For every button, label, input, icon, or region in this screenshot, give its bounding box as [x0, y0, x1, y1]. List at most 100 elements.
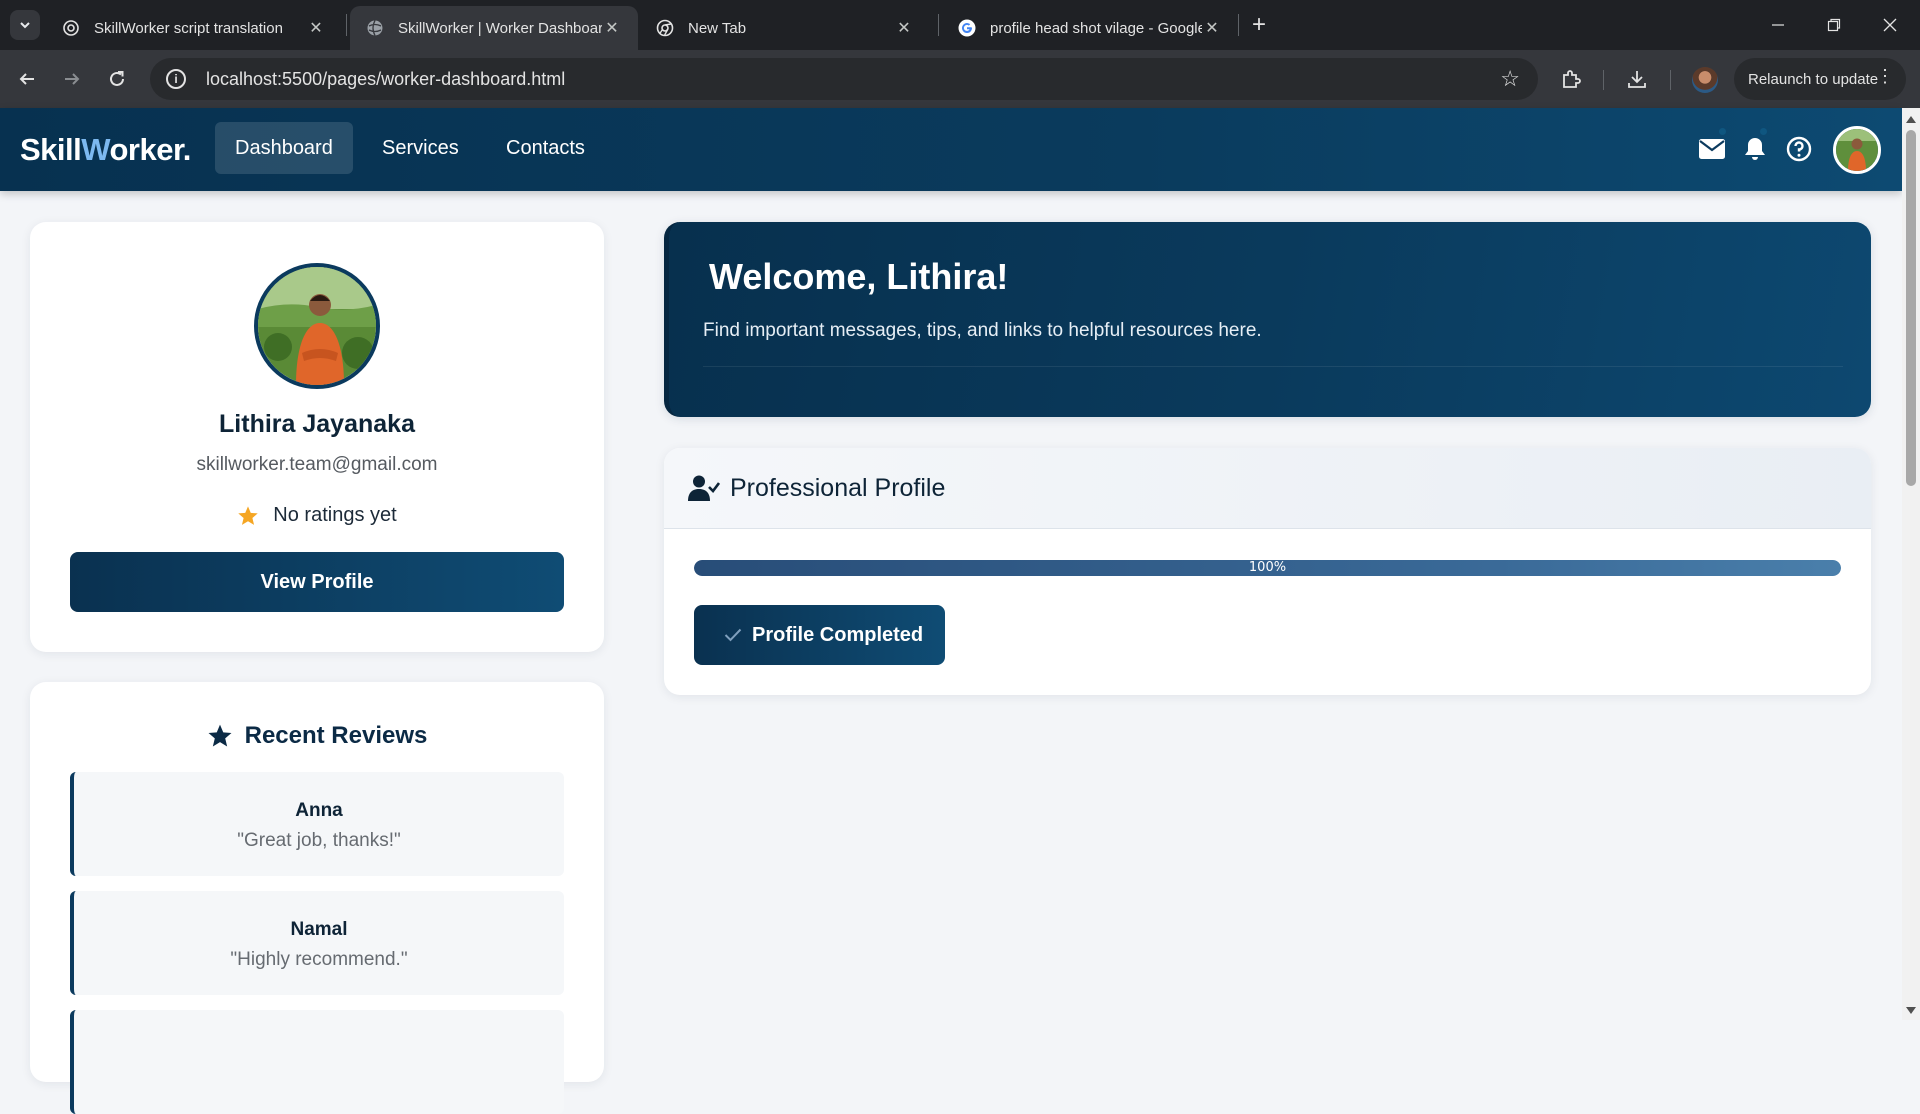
profile-photo-image [258, 267, 376, 385]
welcome-heading: Welcome, Lithira! [709, 256, 1009, 297]
help-button[interactable] [1782, 132, 1816, 166]
puzzle-icon [1563, 70, 1581, 88]
profile-completed-label: Profile Completed [752, 623, 924, 646]
envelope-icon [1699, 139, 1725, 159]
close-window-button[interactable] [1862, 0, 1918, 50]
tab-title: profile head shot vilage - Google [990, 19, 1202, 37]
scroll-up-arrow[interactable] [1906, 116, 1916, 123]
reviews-heading: Recent Reviews [30, 722, 604, 750]
nav-services[interactable]: Services [362, 122, 479, 174]
tab-close-icon[interactable]: ✕ [1202, 18, 1222, 38]
profile-progress-bar: 100% [694, 560, 1841, 576]
minimize-button[interactable] [1750, 0, 1806, 50]
downloads-button[interactable] [1620, 62, 1654, 96]
browser-tab-4[interactable]: profile head shot vilage - Google ✕ [942, 6, 1238, 50]
back-button[interactable] [10, 62, 44, 96]
toolbar-separator [1670, 70, 1671, 90]
review-text: "Highly recommend." [230, 949, 408, 970]
messages-button[interactable] [1695, 132, 1729, 166]
site-info-icon[interactable]: i [166, 69, 186, 89]
scroll-down-arrow[interactable] [1906, 1007, 1916, 1014]
recent-reviews-card: Recent Reviews Anna "Great job, thanks!"… [30, 682, 604, 1114]
kebab-menu-icon[interactable]: ⋮ [1876, 66, 1894, 87]
tab-separator [938, 14, 939, 36]
view-profile-button[interactable]: View Profile [70, 552, 564, 612]
google-favicon-icon [958, 19, 976, 37]
scrollbar-thumb[interactable] [1906, 130, 1916, 486]
user-photo [1836, 129, 1878, 171]
profile-email: skillworker.team@gmail.com [196, 454, 438, 475]
download-icon [1628, 71, 1646, 88]
tab-title: SkillWorker script translation [94, 19, 283, 37]
app-header: SkillWorker. Dashboard Services Contacts [0, 108, 1902, 191]
forward-button[interactable] [55, 62, 89, 96]
tab-search-button[interactable] [10, 10, 40, 40]
review-item-partial [70, 1010, 564, 1114]
brand-logo[interactable]: SkillWorker. [20, 132, 191, 168]
welcome-banner: Welcome, Lithira! Find important message… [664, 222, 1871, 417]
notification-dot [1719, 128, 1726, 135]
relaunch-button[interactable]: Relaunch to update ⋮ [1734, 58, 1906, 100]
notification-dot [1760, 128, 1767, 135]
question-circle-icon [1786, 136, 1812, 162]
tab-separator [1238, 14, 1239, 36]
review-item: Namal "Highly recommend." [70, 891, 564, 995]
tab-close-icon[interactable]: ✕ [894, 18, 914, 38]
tab-close-icon[interactable]: ✕ [306, 18, 326, 38]
browser-profile-avatar[interactable] [1692, 67, 1718, 93]
arrow-right-icon [65, 73, 80, 85]
openai-favicon-icon [62, 19, 80, 37]
extensions-button[interactable] [1554, 62, 1588, 96]
bookmark-star-icon[interactable]: ☆ [1500, 66, 1520, 92]
close-icon [1883, 18, 1897, 32]
address-bar[interactable]: i localhost:5500/pages/worker-dashboard.… [150, 58, 1538, 100]
profile-card: Lithira Jayanaka skillworker.team@gmail.… [30, 222, 604, 652]
logo-text-accent: W [81, 132, 110, 167]
tab-separator [346, 14, 347, 36]
welcome-subtitle: Find important messages, tips, and links… [703, 320, 1262, 341]
globe-favicon-icon [366, 19, 384, 37]
restore-button[interactable] [1806, 0, 1862, 50]
url-text[interactable]: localhost:5500/pages/worker-dashboard.ht… [206, 69, 565, 90]
user-avatar[interactable] [1833, 126, 1881, 174]
profile-name: Lithira Jayanaka [219, 410, 415, 438]
arrow-left-icon [19, 73, 34, 85]
nav-contacts[interactable]: Contacts [486, 122, 605, 174]
star-icon [207, 723, 233, 749]
new-tab-button[interactable]: + [1244, 10, 1274, 40]
browser-tab-3[interactable]: New Tab ✕ [640, 6, 930, 50]
professional-profile-title: Professional Profile [730, 474, 946, 502]
notifications-button[interactable] [1738, 132, 1772, 166]
minimize-icon [1772, 24, 1784, 26]
rating-text: No ratings yet [273, 504, 397, 526]
user-check-icon [688, 474, 720, 502]
reload-icon [110, 71, 124, 86]
progress-label: 100% [1248, 560, 1287, 575]
profile-rating: No ratings yet [30, 504, 604, 527]
chevron-down-icon [20, 22, 30, 29]
browser-toolbar: i localhost:5500/pages/worker-dashboard.… [0, 50, 1920, 108]
review-item: Anna "Great job, thanks!" [70, 772, 564, 876]
nav-dashboard[interactable]: Dashboard [215, 122, 353, 174]
browser-tabstrip: SkillWorker script translation ✕ SkillWo… [0, 0, 1920, 50]
profile-completed-button[interactable]: Profile Completed [694, 605, 945, 665]
tab-title: New Tab [688, 19, 747, 37]
browser-tab-2[interactable]: SkillWorker | Worker Dashboard ✕ [350, 6, 638, 50]
review-text: "Great job, thanks!" [237, 830, 401, 851]
tab-close-icon[interactable]: ✕ [602, 18, 622, 38]
browser-tab-1[interactable]: SkillWorker script translation ✕ [46, 6, 342, 50]
chrome-favicon-icon [656, 19, 674, 37]
restore-icon [1827, 18, 1841, 32]
bell-icon [1745, 138, 1765, 160]
review-author: Anna [295, 800, 343, 821]
logo-text-2: orker. [109, 132, 191, 167]
professional-profile-card: Professional Profile 100% Profile Comple… [664, 448, 1871, 695]
reload-button[interactable] [100, 62, 134, 96]
profile-photo [254, 263, 380, 389]
divider [703, 366, 1843, 367]
logo-text-1: Skill [20, 132, 82, 167]
page-scrollbar[interactable] [1902, 108, 1920, 1020]
relaunch-label: Relaunch to update [1748, 70, 1879, 88]
reviews-title-text: Recent Reviews [244, 722, 428, 749]
toolbar-separator [1603, 70, 1604, 90]
